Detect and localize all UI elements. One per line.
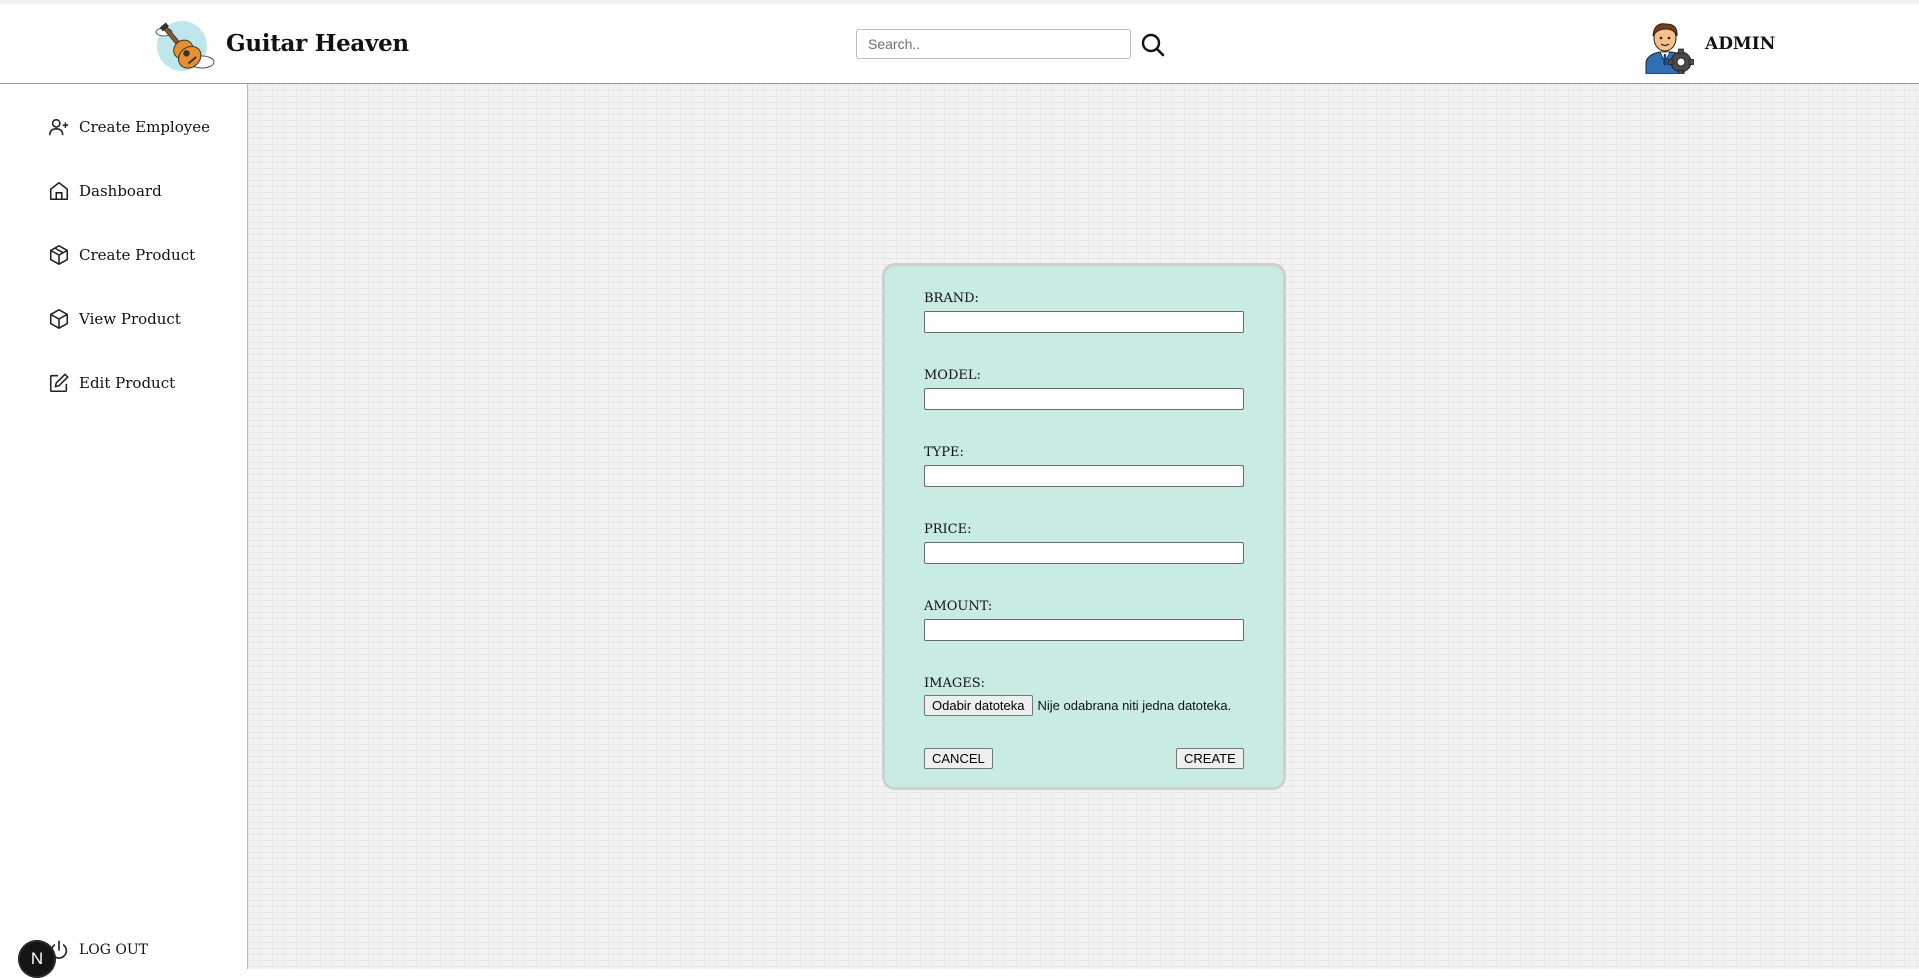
sidebar-item-create-product[interactable]: Create Product [48, 242, 195, 268]
top-header: Guitar Heaven Search.. ADMIN [0, 4, 1919, 84]
search-input[interactable] [856, 29, 1131, 59]
images-file-input: Odabir datoteka Nije odabrana niti jedna… [924, 695, 1231, 716]
type-field[interactable] [924, 465, 1244, 487]
logout-label: LOG OUT [79, 942, 149, 958]
choose-files-button[interactable]: Odabir datoteka [924, 695, 1033, 716]
home-icon [49, 181, 69, 201]
type-label: TYPE: [924, 445, 964, 460]
sidebar-item-label: Create Product [79, 246, 196, 264]
box-icon [49, 309, 69, 329]
sidebar-item-create-employee[interactable]: Create Employee [48, 114, 210, 140]
model-label: MODEL: [924, 368, 981, 383]
price-field[interactable] [924, 542, 1244, 564]
edit-icon [49, 373, 69, 393]
sidebar-item-label: View Product [79, 310, 181, 328]
sidebar-item-label: Create Employee [79, 118, 210, 136]
sidebar-item-edit-product[interactable]: Edit Product [48, 370, 175, 396]
brand-field[interactable] [924, 311, 1244, 333]
create-button[interactable]: CREATE [1176, 748, 1244, 769]
search-icon[interactable] [1140, 32, 1166, 58]
brand-title[interactable]: Guitar Heaven [226, 30, 409, 57]
dev-tools-badge[interactable]: N [18, 940, 56, 978]
cancel-button[interactable]: CANCEL [924, 748, 993, 769]
sidebar-item-label: Edit Product [79, 374, 176, 392]
sidebar-item-dashboard[interactable]: Dashboard [48, 178, 162, 204]
amount-field[interactable] [924, 619, 1244, 641]
images-label: IMAGES: [924, 676, 985, 691]
user-plus-icon [49, 118, 69, 136]
sidebar: Create Employee Dashboard Create Product… [0, 84, 248, 969]
sidebar-item-label: Dashboard [79, 182, 162, 200]
sidebar-item-view-product[interactable]: View Product [48, 306, 181, 332]
package-icon [49, 245, 69, 265]
logout-button[interactable]: LOG OUT [48, 939, 148, 961]
admin-avatar-icon[interactable] [1638, 18, 1695, 76]
brand-label: BRAND: [924, 291, 979, 306]
amount-label: AMOUNT: [924, 599, 993, 614]
guitar-logo-icon[interactable] [152, 18, 218, 74]
file-status-text: Nije odabrana niti jedna datoteka. [1037, 698, 1232, 713]
admin-label: ADMIN [1705, 34, 1776, 54]
model-field[interactable] [924, 388, 1244, 410]
price-label: PRICE: [924, 522, 972, 537]
create-product-form: BRAND: MODEL: TYPE: PRICE: AMOUNT: IMAGE… [882, 263, 1286, 790]
